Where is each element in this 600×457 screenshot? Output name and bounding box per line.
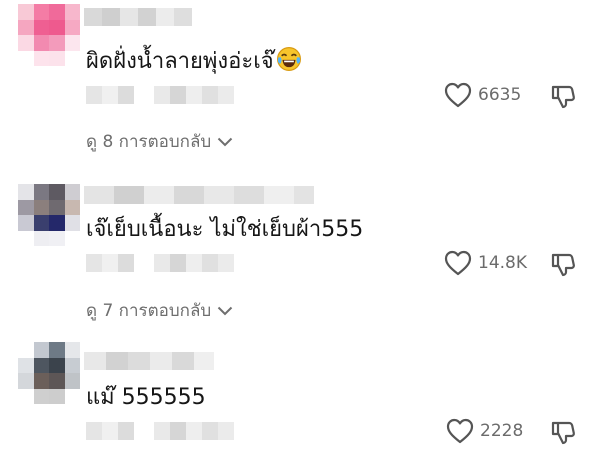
like-count: 2228 [480,421,524,441]
thumbs-down-icon [551,85,575,109]
like-button[interactable]: 2228 [446,418,523,444]
username-redacted[interactable] [84,352,214,370]
comment-3: แม๊ 555555 2228 [0,340,600,457]
view-replies-label: ดู 7 การตอบกลับ [86,301,212,321]
comment-text: ผิดฝั่งน้ำลายพุ่งอ่ะเจ๊ [86,46,302,76]
comment-body: ผิดฝั่งน้ำลายพุ่งอ่ะเจ๊ [86,49,274,74]
timestamp-redacted [86,86,234,104]
comment-2: เจ๊เย็บเนื้อนะ ไม่ใช่เย็บผ้า555 14.8K ดู… [0,180,600,330]
face-with-tears-of-joy-icon [276,47,301,71]
avatar[interactable] [18,184,80,246]
dislike-button[interactable] [550,84,576,114]
comment-text: แม๊ 555555 [86,385,206,410]
dislike-button[interactable] [550,252,576,282]
avatar[interactable] [18,342,80,404]
like-count: 6635 [478,85,522,105]
username-redacted[interactable] [84,8,192,26]
heart-icon [444,82,472,108]
username-redacted[interactable] [84,186,314,204]
like-button[interactable]: 6635 [444,82,521,108]
chevron-down-icon [217,306,233,315]
thumbs-down-icon [551,253,575,277]
view-replies-link[interactable]: ดู 8 การตอบกลับ [86,128,233,155]
heart-icon [444,250,472,276]
comment-1: ผิดฝั่งน้ำลายพุ่งอ่ะเจ๊ 6635 ดู 8 การตอบ… [0,0,600,160]
comment-text: เจ๊เย็บเนื้อนะ ไม่ใช่เย็บผ้า555 [86,217,364,242]
like-count: 14.8K [478,253,527,273]
thumbs-down-icon [551,421,575,445]
view-replies-label: ดู 8 การตอบกลับ [86,132,212,152]
like-button[interactable]: 14.8K [444,250,527,276]
dislike-button[interactable] [550,420,576,450]
view-replies-link[interactable]: ดู 7 การตอบกลับ [86,297,233,324]
heart-icon [446,418,474,444]
timestamp-redacted [86,254,234,272]
avatar[interactable] [18,4,80,66]
timestamp-redacted [86,422,234,440]
chevron-down-icon [217,137,233,146]
